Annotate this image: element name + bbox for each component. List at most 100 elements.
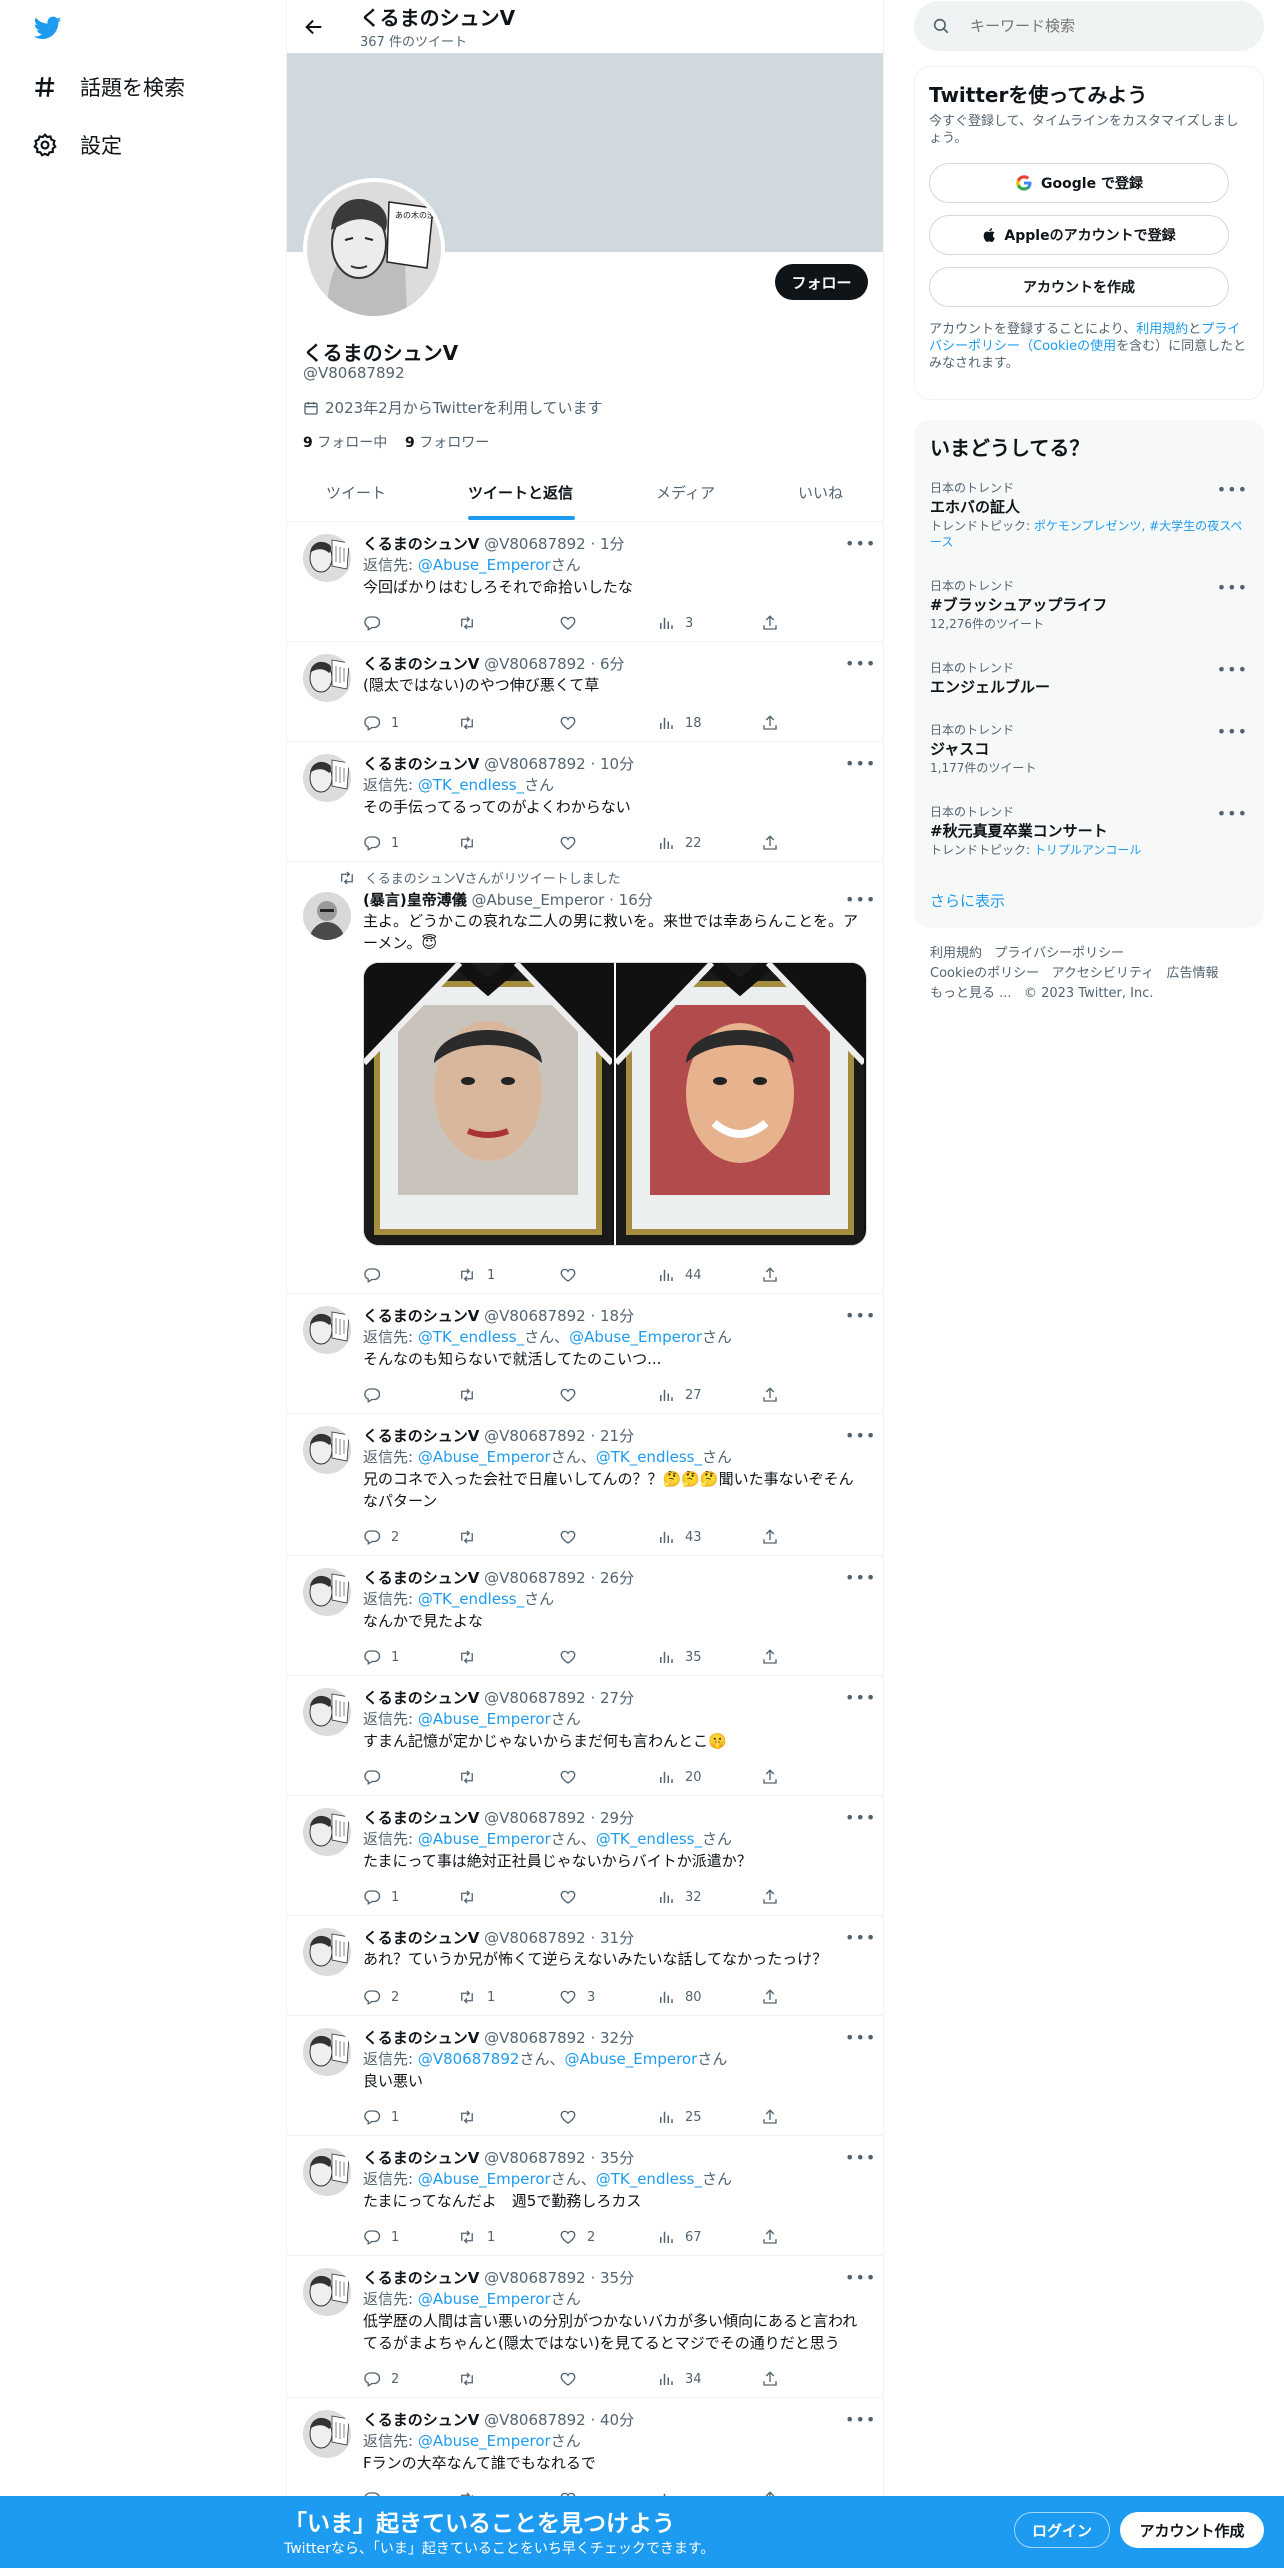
reply-mention[interactable]: @Abuse_Emperor [418,1830,551,1848]
tweet-handle[interactable]: @V80687892 [484,1307,586,1325]
footer-terms[interactable]: 利用規約 [930,946,982,961]
media-photo-2[interactable] [615,963,866,1245]
tweet-author-name[interactable]: くるまのシュンV [363,1569,479,1587]
reply-button[interactable] [363,1768,391,1786]
tweet-author-name[interactable]: くるまのシュンV [363,1809,479,1827]
trend-more-icon[interactable]: ••• [1217,722,1248,741]
views-button[interactable]: 22 [657,834,702,852]
footer-privacy[interactable]: プライバシーポリシー [994,946,1124,961]
share-button[interactable] [761,1888,789,1906]
reply-button[interactable]: 1 [363,714,399,732]
tweet-avatar[interactable] [303,1568,351,1616]
share-button[interactable] [761,614,789,632]
retweet-button[interactable]: 1 [457,1988,495,2006]
footer-ads[interactable]: 広告情報 [1167,966,1219,981]
tweet-author-name[interactable]: くるまのシュンV [363,1689,479,1707]
share-button[interactable] [761,714,789,732]
views-button[interactable]: 44 [657,1266,702,1284]
footer-more[interactable]: もっと見る ... [930,986,1012,1001]
followers-link[interactable]: 9 フォロワー [405,432,489,452]
tweet-handle[interactable]: @V80687892 [484,1689,586,1707]
tweet-avatar[interactable] [303,1426,351,1474]
tweet-time[interactable]: 29分 [600,1809,634,1827]
tweet-handle[interactable]: @V80687892 [484,755,586,773]
reply-mention-2[interactable]: @TK_endless_ [596,1448,702,1466]
reply-mention[interactable]: @Abuse_Emperor [418,2290,551,2308]
tweet-avatar[interactable] [303,1928,351,1976]
tweet-time[interactable]: 27分 [600,1689,634,1707]
footer-accessibility[interactable]: アクセシビリティ [1052,966,1155,981]
tweet[interactable]: ••• くるまのシュンV @V80687892 · 10分 返信先: @TK_end… [287,742,883,862]
retweet-button[interactable] [457,1386,487,1404]
reply-button[interactable] [363,614,391,632]
tweet-handle[interactable]: @V80687892 [484,2269,586,2287]
reply-mention[interactable]: @V80687892 [418,2050,520,2068]
like-button[interactable] [559,2108,587,2126]
trend-item[interactable]: 日本のトレンド ジャスコ 1,177件のツイート ••• [930,722,1248,776]
reply-mention[interactable]: @TK_endless_ [418,1590,524,1608]
reply-button[interactable]: 1 [363,1648,399,1666]
following-link[interactable]: 9 フォロー中 [303,432,387,452]
reply-mention-2[interactable]: @TK_endless_ [596,1830,702,1848]
reply-button[interactable]: 2 [363,1988,399,2006]
retweet-button[interactable] [457,614,487,632]
views-button[interactable]: 25 [657,2108,702,2126]
like-button[interactable] [559,1386,587,1404]
retweet-button[interactable] [457,1648,487,1666]
tweet-author-name[interactable]: くるまのシュンV [363,755,479,773]
reply-mention[interactable]: @Abuse_Emperor [418,556,551,574]
tab-tweets[interactable]: ツイート [326,482,386,503]
tweet-author-name[interactable]: くるまのシュンV [363,2149,479,2167]
views-button[interactable]: 35 [657,1648,702,1666]
apple-signup-button[interactable]: Appleのアカウントで登録 [929,215,1229,255]
back-arrow-icon[interactable] [303,16,325,38]
tweet[interactable]: ••• くるまのシュンV @V80687892 · 35分 返信先: @Abuse_… [287,2136,883,2256]
views-button[interactable]: 18 [657,714,702,732]
views-button[interactable]: 20 [657,1768,702,1786]
retweet-button[interactable] [457,1888,487,1906]
tweet-time[interactable]: 32分 [600,2029,634,2047]
views-button[interactable]: 3 [657,614,693,632]
reply-button[interactable]: 1 [363,2108,399,2126]
reply-button[interactable] [363,1266,391,1284]
reply-mention[interactable]: @Abuse_Emperor [418,2170,551,2188]
share-button[interactable] [761,2108,789,2126]
tweet-avatar[interactable] [303,2148,351,2196]
like-button[interactable] [559,834,587,852]
twitter-logo-icon[interactable] [32,14,64,42]
tab-tweets-replies[interactable]: ツイートと返信 [468,482,573,503]
tweet-handle[interactable]: @V80687892 [484,1809,586,1827]
share-button[interactable] [761,2370,789,2388]
tweet[interactable]: ••• くるまのシュンV @V80687892 · 18分 返信先: @TK_end… [287,1294,883,1414]
share-button[interactable] [761,1988,789,2006]
tweet-time[interactable]: 40分 [600,2411,634,2429]
terms-link[interactable]: 利用規約 [1136,322,1188,337]
follow-button[interactable]: フォロー [775,264,868,300]
trend-item[interactable]: 日本のトレンド #秋元真夏卒業コンサート トレンドトピック: トリプルアンコール ••… [930,804,1248,858]
search-box[interactable] [914,1,1264,51]
tweet-handle[interactable]: @V80687892 [484,1929,586,1947]
views-button[interactable]: 67 [657,2228,702,2246]
footer-cookie[interactable]: Cookieのポリシー [930,966,1039,981]
tweet-time[interactable]: 31分 [600,1929,634,1947]
tweet-time[interactable]: 6分 [600,655,625,673]
create-account-button[interactable]: アカウントを作成 [929,267,1229,307]
tweet-avatar[interactable] [303,2028,351,2076]
tweet[interactable]: ••• くるまのシュンV @V80687892 · 6分 (隠太ではない)のやつ伸び… [287,642,883,742]
tweet-avatar[interactable] [303,1688,351,1736]
nav-settings[interactable]: 設定 [32,117,122,173]
retweet-button[interactable]: 1 [457,1266,495,1284]
tweet-time[interactable]: 35分 [600,2269,634,2287]
share-button[interactable] [761,1528,789,1546]
tweet-author-name[interactable]: くるまのシュンV [363,1307,479,1325]
tweet-author-name[interactable]: くるまのシュンV [363,1427,479,1445]
tweet-author-name[interactable]: くるまのシュンV [363,2269,479,2287]
share-button[interactable] [761,2228,789,2246]
tweet-handle[interactable]: @V80687892 [484,2149,586,2167]
like-button[interactable] [559,1888,587,1906]
reply-mention-2[interactable]: @Abuse_Emperor [564,2050,697,2068]
tweet-author-name[interactable]: くるまのシュンV [363,2029,479,2047]
tweet-author-name[interactable]: くるまのシュンV [363,2411,479,2429]
profile-avatar[interactable]: あの木の渋い実がる… [303,178,445,320]
tweet-time[interactable]: 16分 [619,891,653,909]
